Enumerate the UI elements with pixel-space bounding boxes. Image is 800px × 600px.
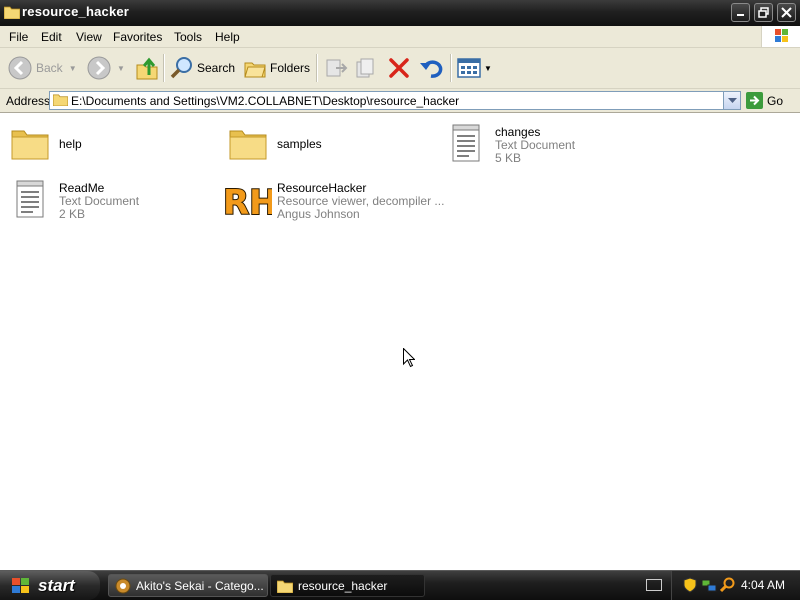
file-type: Text Document — [59, 194, 140, 208]
search-icon[interactable] — [720, 577, 736, 593]
address-dropdown-button[interactable] — [723, 92, 740, 109]
address-input[interactable]: E:\Documents and Settings\VM2.COLLABNET\… — [49, 91, 741, 110]
up-folder-button[interactable] — [135, 55, 159, 81]
address-label: Address — [6, 94, 51, 108]
file-name: help — [59, 137, 82, 151]
folder-icon — [229, 130, 267, 160]
start-label: start — [38, 575, 75, 595]
windows-flag-icon — [775, 29, 788, 42]
file-size: 2 KB — [59, 207, 86, 221]
file-list: help samples changes Text Document 5 KB — [0, 113, 800, 570]
taskbar-item-label: Akito's Sekai - Catego... — [136, 578, 264, 593]
undo-button[interactable] — [419, 57, 443, 79]
go-arrow-icon — [746, 92, 763, 109]
folder-icon — [53, 94, 68, 106]
resource-hacker-app-icon: RH — [222, 182, 272, 221]
folder-icon — [277, 580, 293, 593]
forward-dropdown-icon[interactable]: ▼ — [117, 64, 125, 73]
clock[interactable]: 4:04 AM — [741, 578, 785, 592]
svg-text:RH: RH — [223, 183, 272, 221]
delete-button[interactable] — [388, 57, 410, 79]
menu-help[interactable]: Help — [215, 30, 240, 44]
file-company: Angus Johnson — [277, 207, 360, 221]
chevron-down-icon — [727, 97, 737, 103]
taskbar: start Akito's Sekai - Catego... resource… — [0, 570, 800, 600]
file-name: ReadMe — [59, 181, 105, 195]
menu-favorites[interactable]: Favorites — [113, 30, 162, 44]
taskbar-item-resource-hacker[interactable]: resource_hacker — [270, 574, 425, 597]
go-button[interactable]: Go — [746, 92, 783, 109]
folder-icon — [4, 6, 20, 19]
menu-bar: File Edit View Favorites Tools Help — [0, 26, 800, 48]
restore-button[interactable] — [754, 3, 773, 22]
security-shield-icon[interactable] — [683, 577, 697, 593]
menu-file[interactable]: File — [9, 30, 28, 44]
views-button[interactable]: ▼ — [457, 57, 492, 79]
file-item-samples[interactable]: samples — [228, 123, 428, 173]
folders-label: Folders — [270, 61, 311, 75]
folders-button[interactable]: Folders — [243, 56, 310, 80]
toolbar: Back ▼ ▼ Search Folders ▼ — [0, 48, 800, 89]
back-dropdown-icon[interactable]: ▼ — [69, 64, 77, 73]
start-button[interactable]: start — [0, 571, 100, 600]
copy-to-icon — [356, 58, 374, 78]
minimize-button[interactable] — [731, 3, 750, 22]
folder-icon — [11, 130, 49, 160]
taskbar-item-browser[interactable]: Akito's Sekai - Catego... — [108, 574, 268, 597]
menu-view[interactable]: View — [76, 30, 102, 44]
forward-arrow-icon — [87, 56, 111, 80]
file-size: 5 KB — [495, 151, 522, 165]
toolbar-separator — [450, 54, 452, 82]
explorer-window: resource_hacker File Edit View Favorites… — [0, 0, 800, 570]
copy-to-button[interactable] — [355, 57, 379, 79]
file-description: Resource viewer, decompiler ... — [277, 194, 445, 208]
system-tray: 4:04 AM — [671, 571, 800, 600]
minimize-icon — [737, 14, 744, 16]
toolbar-separator — [163, 54, 165, 82]
file-item-readme[interactable]: ReadMe Text Document 2 KB — [14, 177, 214, 227]
file-name: ResourceHacker — [277, 181, 367, 195]
file-type: Text Document — [495, 138, 576, 152]
forward-button[interactable]: ▼ — [87, 56, 125, 80]
menu-edit[interactable]: Edit — [41, 30, 62, 44]
network-icon[interactable] — [701, 577, 717, 593]
windows-logo — [761, 26, 800, 47]
windows-flag-icon — [12, 577, 29, 593]
close-icon — [781, 7, 792, 18]
window-title: resource_hacker — [22, 4, 130, 19]
folders-icon — [244, 62, 266, 78]
menu-tools[interactable]: Tools — [174, 30, 202, 44]
back-button[interactable]: Back ▼ — [8, 56, 77, 80]
file-name: samples — [277, 137, 322, 151]
views-icon — [457, 58, 481, 78]
taskbar-item-label: resource_hacker — [298, 578, 388, 593]
file-item-help[interactable]: help — [10, 123, 210, 173]
mouse-cursor-icon — [403, 348, 415, 368]
toolbar-separator — [316, 54, 318, 82]
text-document-icon — [452, 124, 480, 162]
text-document-icon — [16, 180, 44, 218]
file-name: changes — [495, 125, 541, 139]
move-to-icon — [326, 59, 348, 77]
search-icon — [170, 57, 192, 79]
delete-x-icon — [389, 58, 409, 78]
address-bar: Address E:\Documents and Settings\VM2.CO… — [0, 89, 800, 113]
views-dropdown-icon[interactable]: ▼ — [484, 64, 492, 73]
file-item-changes[interactable]: changes Text Document 5 KB — [450, 121, 650, 171]
close-button[interactable] — [777, 3, 796, 22]
keyboard-icon[interactable] — [646, 579, 662, 591]
back-arrow-icon — [8, 56, 32, 80]
restore-icon — [758, 7, 769, 18]
move-to-button[interactable] — [324, 57, 348, 79]
search-button[interactable]: Search — [170, 56, 235, 80]
browser-icon — [115, 578, 131, 593]
address-path: E:\Documents and Settings\VM2.COLLABNET\… — [71, 94, 460, 108]
up-folder-icon — [136, 57, 158, 80]
back-label: Back — [36, 61, 63, 75]
title-bar[interactable]: resource_hacker — [0, 0, 800, 26]
undo-icon — [420, 60, 443, 78]
go-label: Go — [767, 93, 784, 108]
file-item-resourcehacker[interactable]: RH ResourceHacker Resource viewer, decom… — [222, 177, 445, 227]
search-label: Search — [197, 61, 236, 75]
